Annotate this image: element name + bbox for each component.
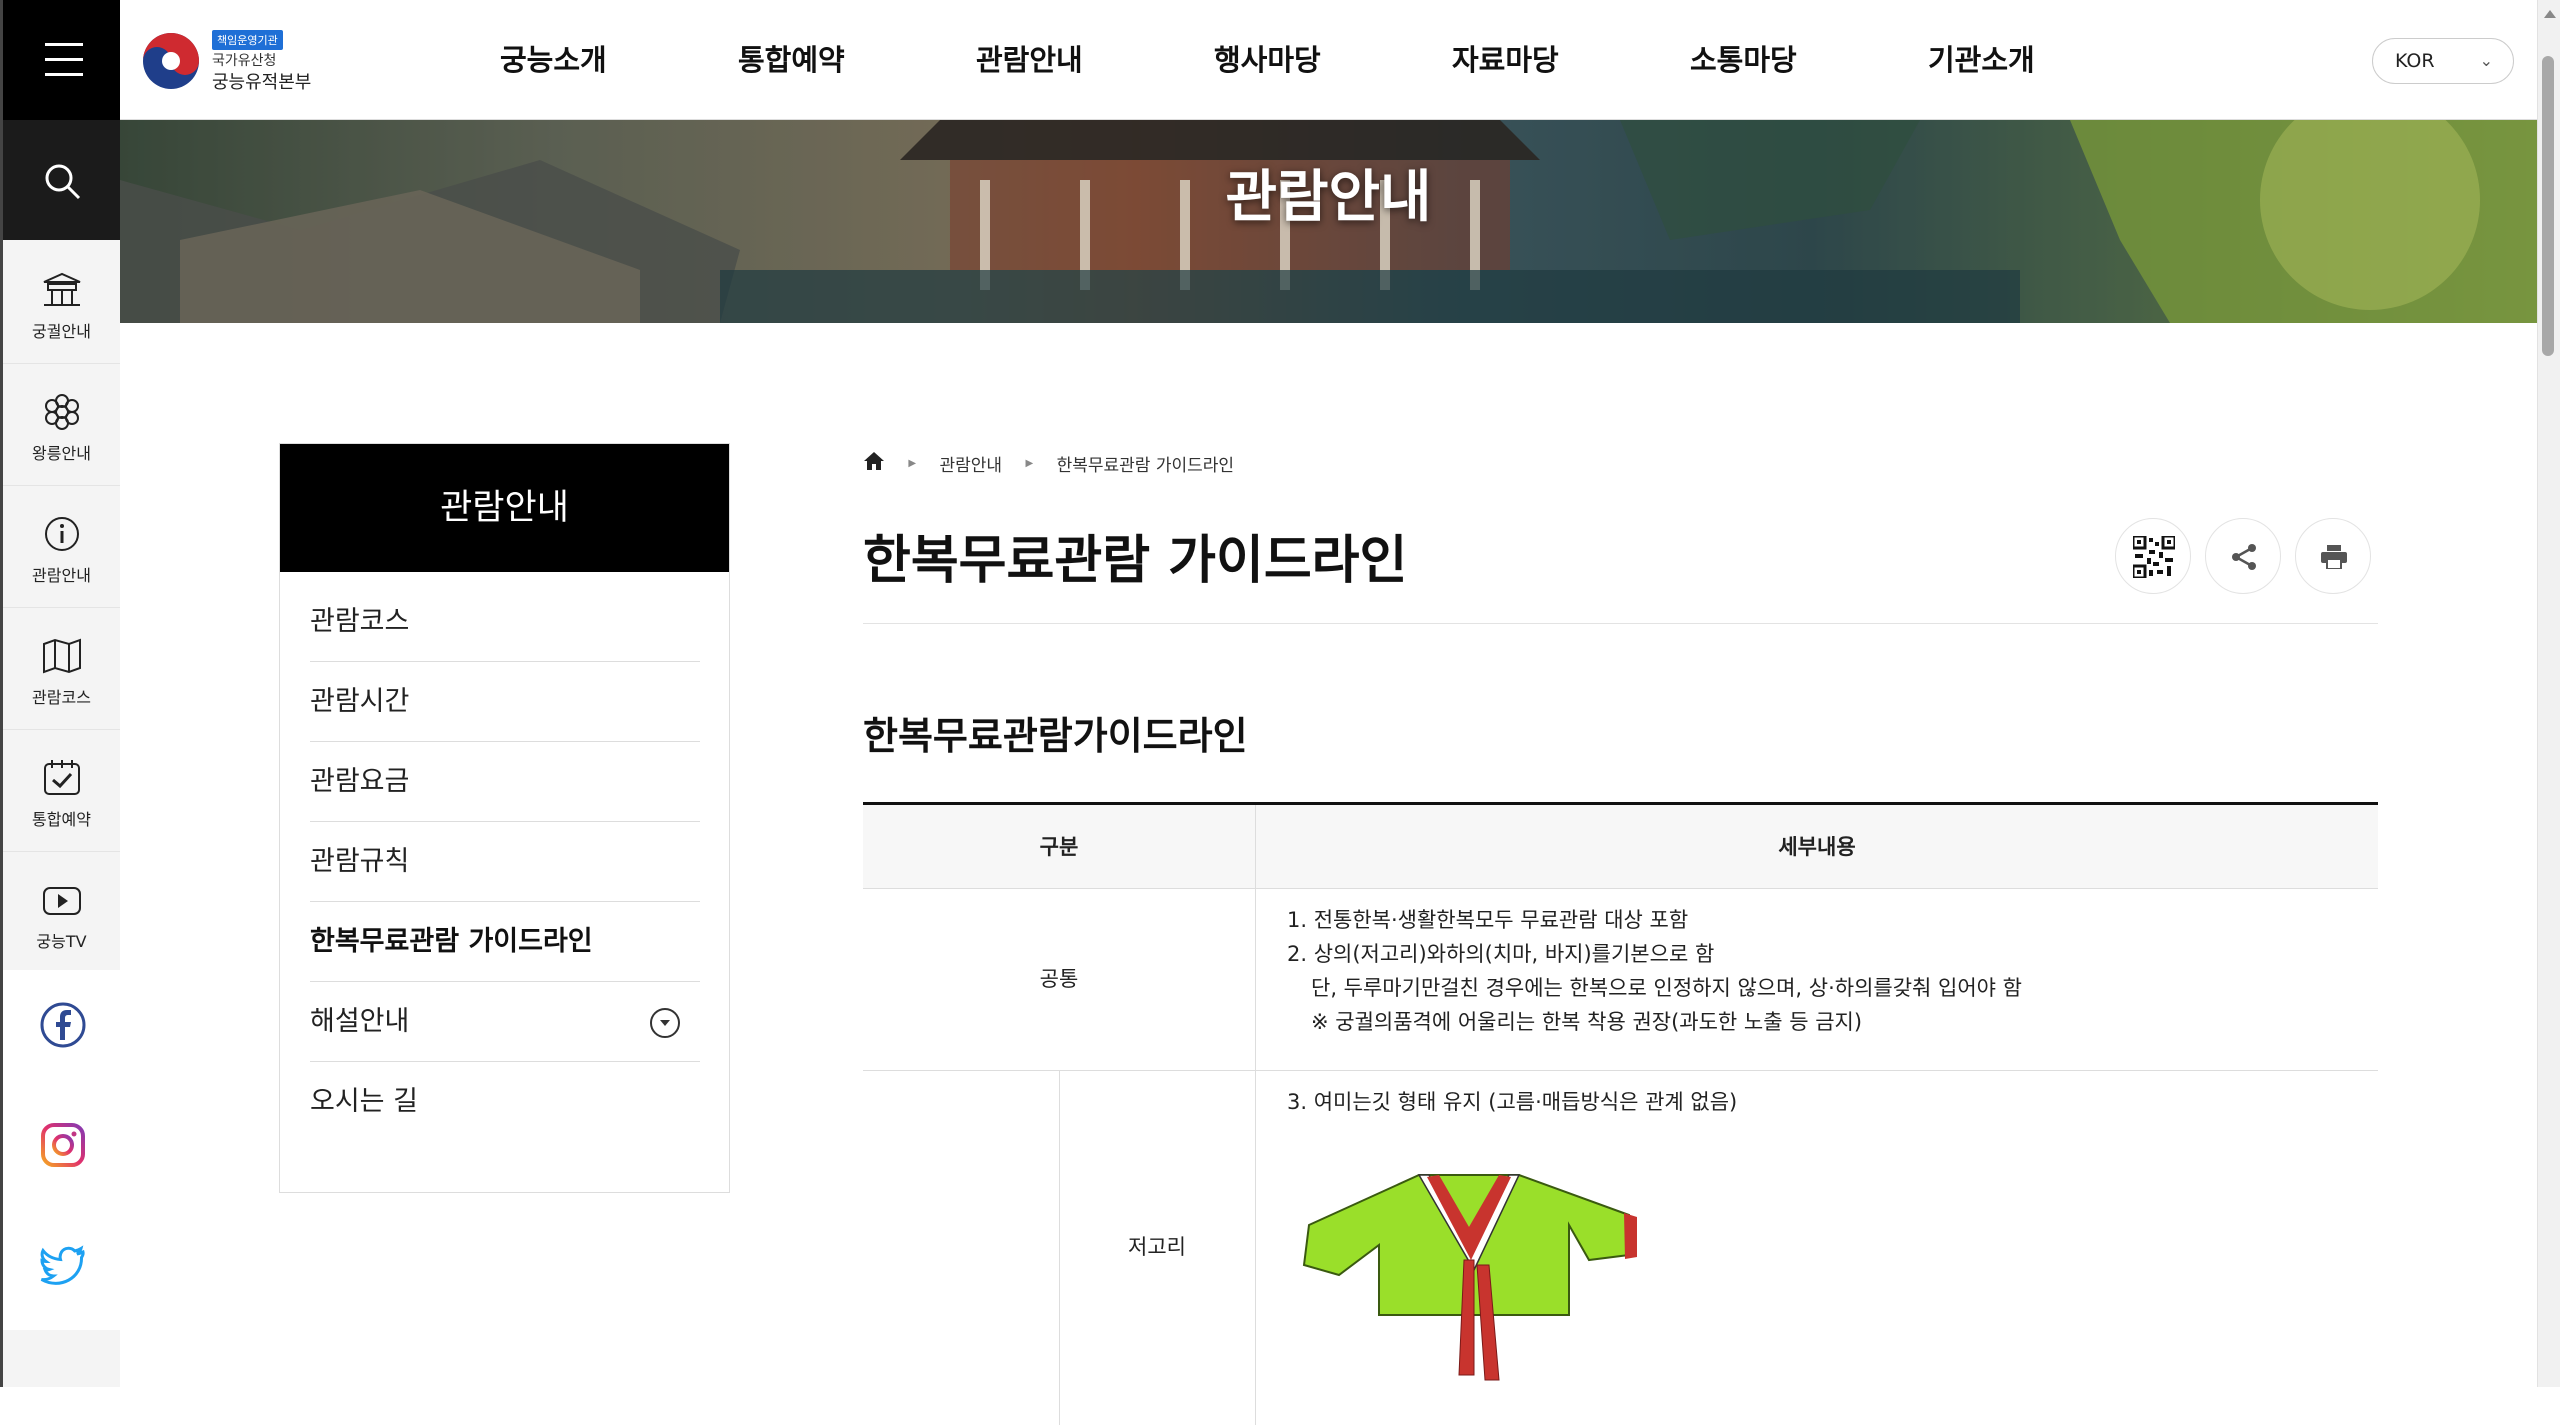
breadcrumb: ▶ 관람안내 ▶ 한복무료관람 가이드라인 [863,451,1234,476]
detail-line: 2. 상의(저고리)와하의(치마, 바지)를기본으로 함 [1287,942,1715,966]
nav-visit-guide[interactable]: 관람안내 [976,0,1214,120]
qr-code-icon [2133,536,2175,578]
sidebar-item-label: 통합예약 [32,810,91,829]
sidebar-item-label: 왕릉안내 [32,444,91,463]
taegeuk-logo-icon [143,33,199,89]
share-icon [2232,544,2256,570]
language-select[interactable]: KOR ⌄ [2372,38,2514,84]
title-divider [863,623,2378,624]
hamburger-menu-button[interactable] [0,0,120,120]
print-icon [2321,545,2347,569]
banner-title: 관람안내 [1225,165,1432,230]
site-logo[interactable]: 책임운영기관 국가유산청 궁능유적본부 [142,30,342,94]
scroll-up-arrow-icon[interactable] [2544,10,2556,18]
sidebar-item-course[interactable]: 관람코스 [3,608,120,730]
scrollbar-thumb[interactable] [2542,56,2554,356]
nav-palace-intro[interactable]: 궁능소개 [500,0,738,120]
lnb-item-course[interactable]: 관람코스 [310,582,700,662]
page-title: 한복무료관람 가이드라인 [863,531,1408,591]
table-cell-category: 공통 [1039,967,1079,991]
detail-line: 단, 두루마기만걸친 경우에는 한복으로 인정하지 않으며, 상·하의를갖춰 입… [1311,976,2022,1000]
logo-line1: 국가유산청 [212,53,277,69]
breadcrumb-separator-icon: ▶ [908,458,917,469]
social-links [3,970,120,1330]
print-button[interactable] [2295,518,2371,594]
nav-reservation[interactable]: 통합예약 [738,0,976,120]
table-cell-details: 3. 여미는깃 형태 유지 (고름·매듭방식은 관계 없음) [1287,1085,1737,1119]
sidebar-item-label: 관람안내 [32,566,91,585]
chevron-down-icon: ⌄ [2479,51,2493,70]
lnb-item-rules[interactable]: 관람규칙 [310,822,700,902]
sidebar-item-palace[interactable]: 궁궐안내 [3,242,120,364]
section-title: 한복무료관람가이드라인 [863,714,1248,758]
hero-banner: 관람안내 [120,120,2537,323]
qr-code-button[interactable] [2115,518,2191,594]
sidebar-item-reservation[interactable]: 통합예약 [3,730,120,852]
nav-about[interactable]: 기관소개 [1928,0,2166,120]
twitter-icon[interactable] [38,1240,88,1290]
nav-community[interactable]: 소통마당 [1690,0,1928,120]
logo-badge: 책임운영기관 [212,30,283,50]
share-button[interactable] [2205,518,2281,594]
play-icon [43,887,81,915]
info-icon [45,517,79,551]
page-scrollbar[interactable] [2537,0,2560,1387]
palace-icon [43,272,81,306]
breadcrumb-item[interactable]: 한복무료관람 가이드라인 [1057,451,1234,476]
calendar-check-icon [44,760,80,795]
instagram-icon[interactable] [38,1120,88,1170]
guideline-table: 구분 세부내용 공통 1. 전통한복·생활한복모두 무료관람 대상 포함 2. … [863,802,2378,1425]
table-header-category: 구분 [863,805,1255,889]
nav-events[interactable]: 행사마당 [1214,0,1452,120]
table-cell-details: 1. 전통한복·생활한복모두 무료관람 대상 포함 2. 상의(저고리)와하의(… [1287,903,2022,1039]
detail-line: 1. 전통한복·생활한복모두 무료관람 대상 포함 [1287,908,1689,932]
sidebar-item-royal-tomb[interactable]: 왕릉안내 [3,364,120,486]
search-button[interactable] [3,120,120,240]
expand-circle-icon[interactable] [650,1008,680,1038]
detail-line: ※ 궁궐의품격에 어울리는 한복 착용 권장(과도한 노출 등 금지) [1311,1010,1863,1034]
jeogori-illustration [1302,1174,1637,1381]
search-icon [45,164,81,200]
sidebar-item-label: 궁능TV [36,932,87,951]
sidebar-item-tv[interactable]: 궁능TV [3,852,120,974]
facebook-icon[interactable] [38,1000,88,1050]
quick-sidebar: 궁궐안내 왕릉안내 관람안내 관람코스 통합예약 궁능TV [0,120,120,1387]
table-cell-category: 저고리 [1128,1235,1186,1259]
nav-resources[interactable]: 자료마당 [1452,0,1690,120]
sidebar-item-visit-info[interactable]: 관람안내 [3,486,120,608]
map-icon [43,638,81,674]
table-divider [1255,889,1256,1425]
home-icon[interactable] [863,451,885,476]
top-header: 책임운영기관 국가유산청 궁능유적본부 궁능소개 통합예약 관람안내 행사마당 … [0,0,2560,120]
detail-line: 3. 여미는깃 형태 유지 (고름·매듭방식은 관계 없음) [1287,1090,1738,1114]
sidebar-item-label: 관람코스 [32,688,91,707]
table-header-details: 세부내용 [1255,805,2378,889]
local-navigation: 관람안내 관람코스 관람시간 관람요금 관람규칙 한복무료관람 가이드라인 해설… [279,443,730,1193]
sidebar-item-label: 궁궐안내 [32,322,91,341]
royal-tomb-icon [45,394,79,430]
lnb-item-hanbok-guideline[interactable]: 한복무료관람 가이드라인 [310,902,700,982]
lnb-title: 관람안내 [280,444,729,572]
breadcrumb-item[interactable]: 관람안내 [940,451,1003,476]
lnb-item-fees[interactable]: 관람요금 [310,742,700,822]
main-navigation: 궁능소개 통합예약 관람안내 행사마당 자료마당 소통마당 기관소개 [500,0,2166,120]
language-value: KOR [2395,50,2435,72]
lnb-item-hours[interactable]: 관람시간 [310,662,700,742]
lnb-item-directions[interactable]: 오시는 길 [310,1062,700,1142]
logo-line2: 궁능유적본부 [212,72,312,93]
lnb-item-commentary[interactable]: 해설안내 [310,982,700,1062]
breadcrumb-separator-icon: ▶ [1025,458,1034,469]
lnb-item-label: 해설안내 [310,1006,410,1037]
